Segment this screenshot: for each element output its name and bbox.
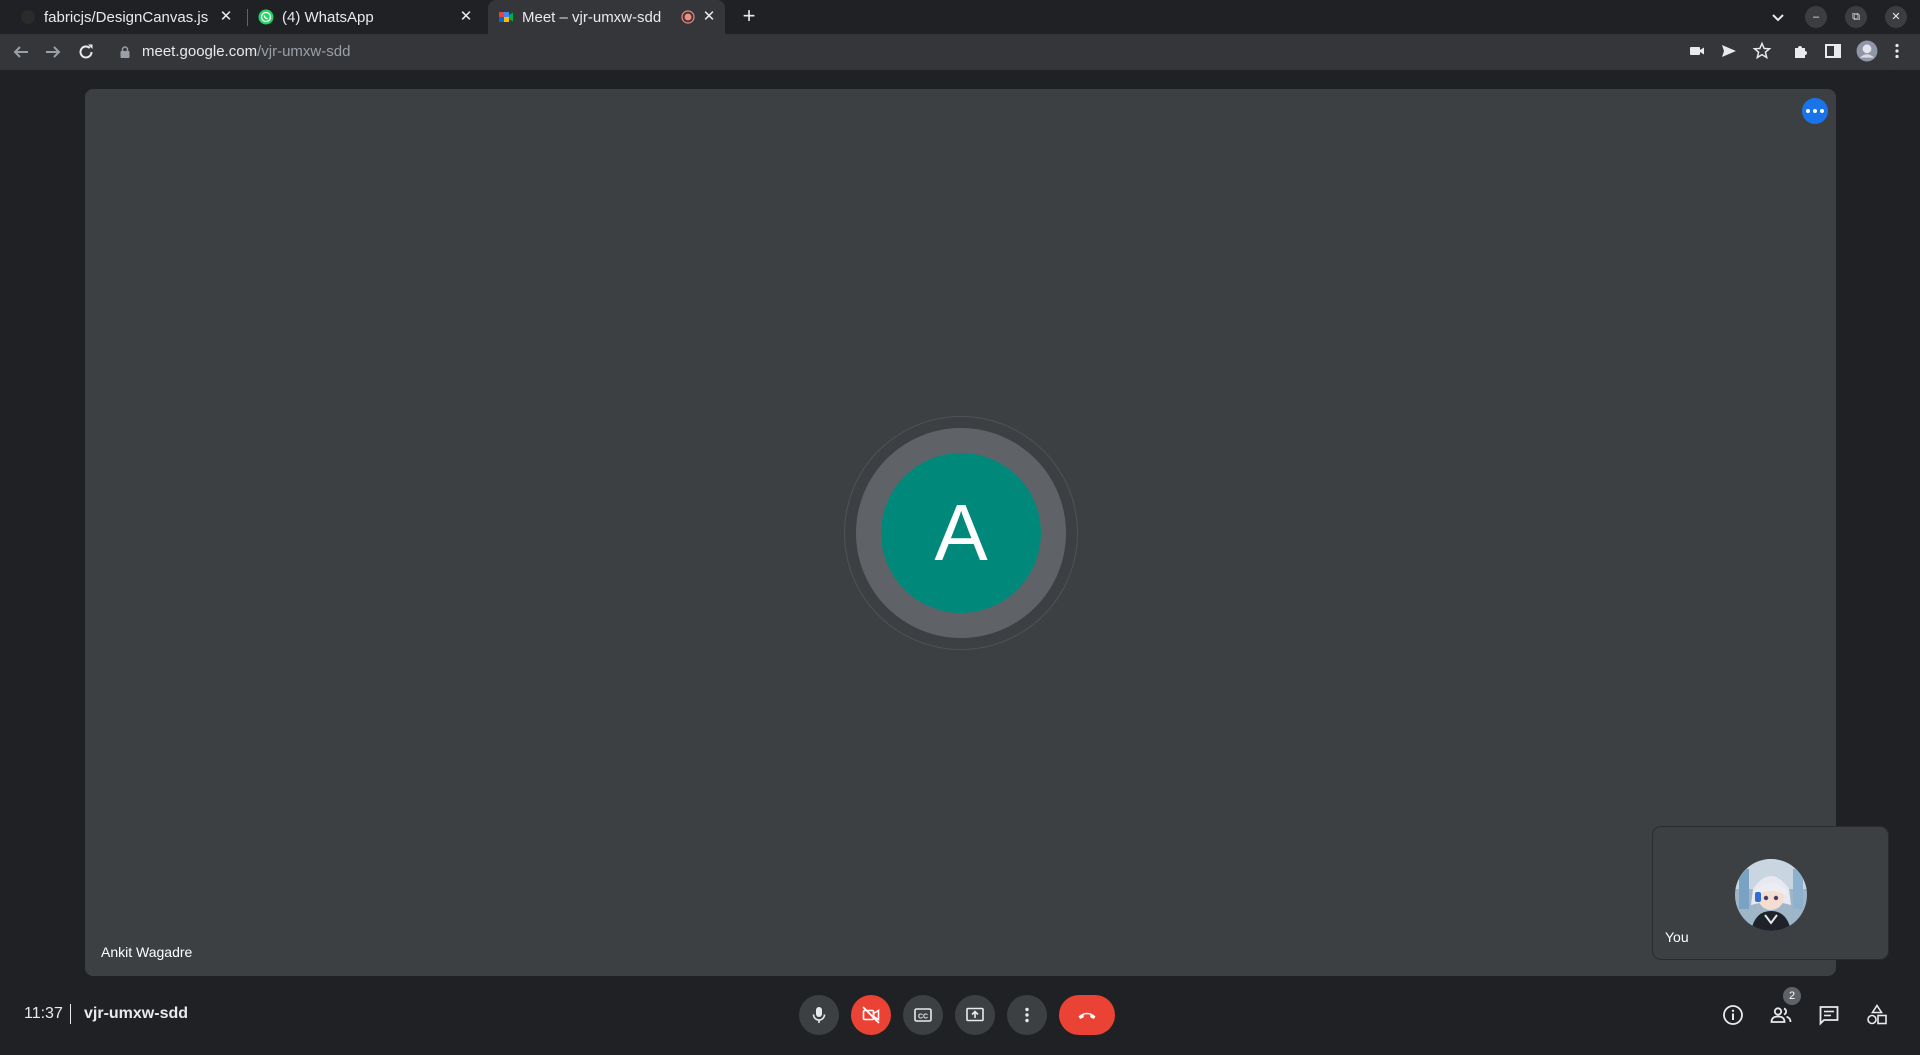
- browser-menu-icon[interactable]: [1887, 41, 1907, 61]
- extensions-puzzle-icon[interactable]: [1791, 41, 1811, 61]
- forward-arrow-icon[interactable]: [42, 41, 64, 63]
- microphone-button[interactable]: [799, 995, 839, 1035]
- present-screen-button[interactable]: [955, 995, 995, 1035]
- tab-whatsapp[interactable]: (4) WhatsApp ✕: [258, 0, 482, 34]
- activities-icon[interactable]: [1865, 1003, 1889, 1027]
- new-tab-button[interactable]: +: [737, 5, 761, 29]
- more-options-icon: [1025, 1007, 1029, 1023]
- url-path: /vjr-umxw-sdd: [257, 43, 351, 60]
- url-host: meet.google.com: [142, 43, 258, 60]
- camera-off-icon: [862, 1006, 880, 1024]
- dot-icon: [1820, 109, 1824, 113]
- close-tab-icon[interactable]: ✕: [458, 9, 474, 25]
- main-participant-name: Ankit Wagadre: [101, 944, 193, 960]
- meeting-code: vjr-umxw-sdd: [84, 1005, 189, 1022]
- browser-toolbar: meet.google.com/vjr-umxw-sdd: [0, 34, 1920, 71]
- tab-search-icon[interactable]: [1768, 7, 1788, 27]
- close-window-button[interactable]: ✕: [1885, 6, 1907, 28]
- tab-title: (4) WhatsApp: [282, 8, 374, 26]
- camera-toggle-button[interactable]: [851, 995, 891, 1035]
- tile-options-button[interactable]: [1802, 98, 1828, 124]
- profile-avatar-icon[interactable]: [1856, 40, 1878, 62]
- tab-title: fabricjs/DesignCanvas.js: [44, 8, 209, 26]
- tab-github[interactable]: fabricjs/DesignCanvas.js ✕: [20, 0, 242, 34]
- main-participant-avatar: A: [881, 453, 1041, 613]
- lock-icon[interactable]: [118, 45, 132, 59]
- send-icon[interactable]: [1719, 41, 1739, 61]
- whatsapp-icon: [258, 9, 274, 25]
- back-arrow-icon[interactable]: [10, 41, 32, 63]
- url-text: meet.google.com/vjr-umxw-sdd: [142, 43, 350, 60]
- self-label: You: [1665, 929, 1689, 945]
- captions-icon: CC: [914, 1008, 932, 1022]
- side-panel-icon[interactable]: [1823, 41, 1843, 61]
- self-avatar: [1735, 859, 1807, 931]
- captions-button[interactable]: CC: [903, 995, 943, 1035]
- present-screen-icon: [966, 1007, 984, 1022]
- participant-count-badge: 2: [1783, 987, 1801, 1005]
- minimize-window-button[interactable]: –: [1805, 6, 1827, 28]
- close-tab-icon[interactable]: ✕: [701, 9, 717, 25]
- tab-title: Meet – vjr-umxw-sdd: [522, 8, 662, 26]
- tab-divider: [247, 9, 248, 26]
- leave-call-button[interactable]: [1059, 995, 1115, 1035]
- tab-meet[interactable]: Meet – vjr-umxw-sdd ✕: [488, 0, 725, 34]
- tab-strip: fabricjs/DesignCanvas.js ✕ (4) WhatsApp …: [0, 0, 1920, 34]
- google-meet-icon: [499, 12, 513, 22]
- svg-text:CC: CC: [918, 1014, 928, 1021]
- chat-icon[interactable]: [1817, 1003, 1841, 1027]
- address-bar[interactable]: meet.google.com/vjr-umxw-sdd: [108, 37, 1898, 68]
- camera-in-use-icon[interactable]: [1687, 41, 1707, 61]
- bookmark-star-icon[interactable]: [1752, 41, 1772, 61]
- close-tab-icon[interactable]: ✕: [218, 9, 234, 25]
- dot-icon: [1813, 109, 1817, 113]
- reload-icon[interactable]: [75, 41, 97, 63]
- divider: [70, 1004, 71, 1024]
- meeting-details-icon[interactable]: [1721, 1003, 1745, 1027]
- people-icon[interactable]: [1769, 1003, 1793, 1027]
- github-icon: [21, 10, 35, 24]
- more-options-button[interactable]: [1007, 995, 1047, 1035]
- dot-icon: [1806, 109, 1810, 113]
- hang-up-icon: [1078, 1012, 1096, 1019]
- microphone-icon: [812, 1007, 826, 1023]
- meeting-clock: 11:37: [24, 1005, 63, 1022]
- self-view-tile[interactable]: You: [1653, 827, 1888, 959]
- recording-indicator-icon: [681, 10, 695, 24]
- restore-window-button[interactable]: ⧉: [1845, 6, 1867, 28]
